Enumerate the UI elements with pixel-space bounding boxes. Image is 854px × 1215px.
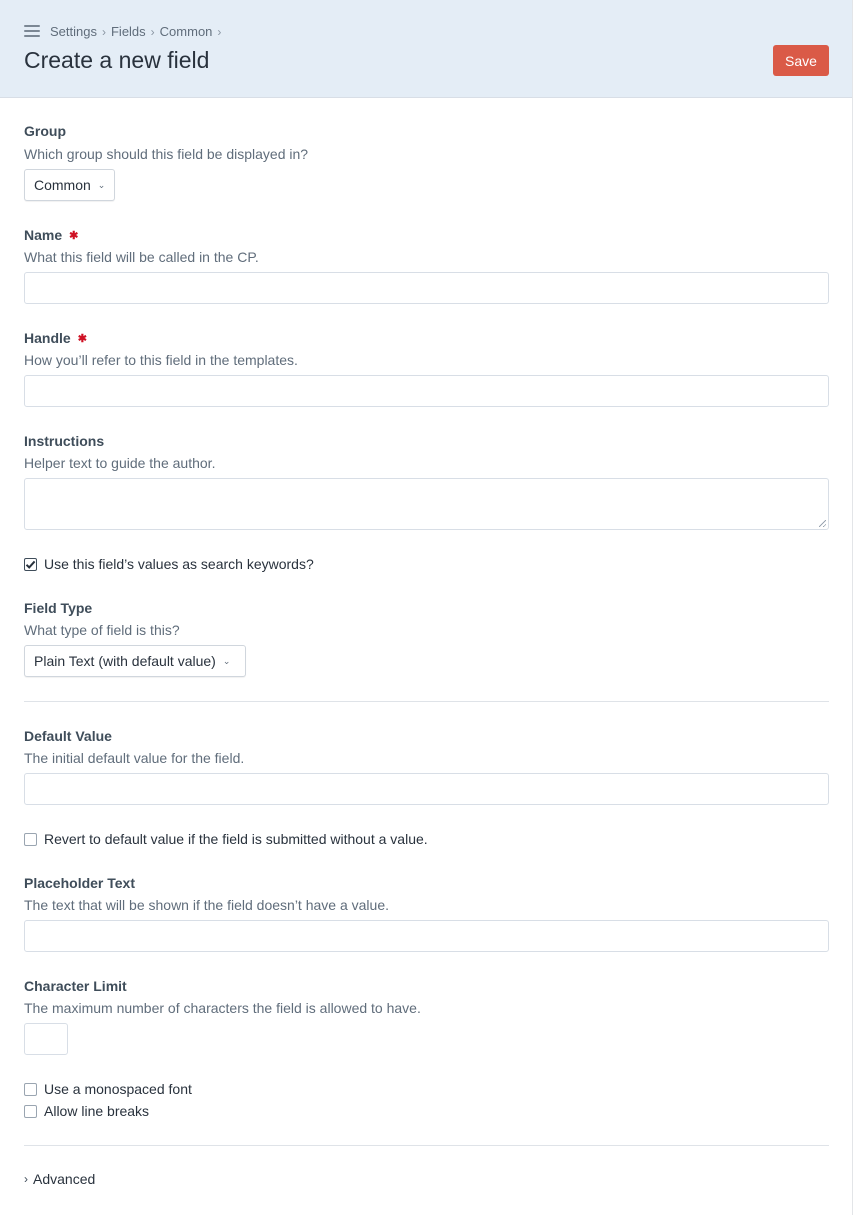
line-breaks-checkbox[interactable] xyxy=(24,1104,37,1118)
name-hint: What this field will be called in the CP… xyxy=(24,249,259,265)
search-keywords-checkbox-row[interactable]: Use this field’s values as search keywor… xyxy=(24,556,314,572)
group-hint: Which group should this field be display… xyxy=(24,146,309,162)
search-keywords-checkbox[interactable] xyxy=(24,557,37,571)
name-label-text: Name xyxy=(24,227,63,243)
monospace-checkbox[interactable] xyxy=(24,1082,37,1096)
instructions-hint: Helper text to guide the author. xyxy=(24,455,216,471)
char-limit-input[interactable] xyxy=(24,1023,68,1055)
instructions-textarea[interactable] xyxy=(24,478,829,530)
divider xyxy=(24,701,829,702)
placeholder-hint: The text that will be shown if the field… xyxy=(24,897,389,913)
line-breaks-checkbox-row[interactable]: Allow line breaks xyxy=(24,1103,149,1119)
field-type-select[interactable]: Plain Text (with default value) ⌄ xyxy=(24,645,246,677)
required-icon: ✱ xyxy=(77,333,87,345)
default-value-hint: The initial default value for the field. xyxy=(24,750,245,766)
chevron-right-icon: › xyxy=(217,24,222,39)
group-select[interactable]: Common ⌄ xyxy=(24,169,115,201)
page-header: Settings › Fields › Common › Create a ne… xyxy=(0,0,852,98)
revert-default-label: Revert to default value if the field is … xyxy=(44,831,428,847)
page-title: Create a new field xyxy=(24,47,210,73)
chevron-right-icon: › xyxy=(24,1172,28,1186)
chevron-down-icon: ⌄ xyxy=(222,655,231,666)
group-select-value: Common xyxy=(34,177,91,193)
revert-default-checkbox[interactable] xyxy=(24,832,37,846)
field-type-label: Field Type xyxy=(24,600,93,616)
hamburger-icon[interactable] xyxy=(24,25,40,38)
handle-input[interactable] xyxy=(24,375,829,407)
instructions-label: Instructions xyxy=(24,433,105,449)
search-keywords-label: Use this field’s values as search keywor… xyxy=(44,556,314,572)
line-breaks-label: Allow line breaks xyxy=(44,1103,150,1119)
char-limit-label: Character Limit xyxy=(24,978,127,994)
breadcrumb-settings[interactable]: Settings xyxy=(50,24,97,39)
chevron-right-icon: › xyxy=(101,24,106,39)
default-value-input[interactable] xyxy=(24,773,829,805)
advanced-toggle[interactable]: › Advanced xyxy=(24,1171,95,1187)
name-label: Name ✱ xyxy=(24,227,78,243)
divider xyxy=(24,1145,829,1146)
breadcrumb-fields[interactable]: Fields xyxy=(111,24,146,39)
handle-label: Handle ✱ xyxy=(24,330,87,346)
name-input[interactable] xyxy=(24,272,829,304)
breadcrumb-common[interactable]: Common xyxy=(160,24,213,39)
chevron-down-icon: ⌄ xyxy=(97,179,106,190)
advanced-label: Advanced xyxy=(33,1171,96,1187)
required-icon: ✱ xyxy=(69,230,79,242)
chevron-right-icon: › xyxy=(150,24,155,39)
monospace-label: Use a monospaced font xyxy=(44,1081,192,1097)
monospace-checkbox-row[interactable]: Use a monospaced font xyxy=(24,1081,192,1097)
handle-label-text: Handle xyxy=(24,330,71,346)
placeholder-label: Placeholder Text xyxy=(24,875,136,891)
resize-handle-icon[interactable] xyxy=(819,520,826,527)
revert-default-checkbox-row[interactable]: Revert to default value if the field is … xyxy=(24,831,428,847)
placeholder-input[interactable] xyxy=(24,920,829,952)
char-limit-hint: The maximum number of characters the fie… xyxy=(24,1000,421,1016)
page: Settings › Fields › Common › Create a ne… xyxy=(0,0,853,1215)
default-value-label: Default Value xyxy=(24,728,112,744)
group-label: Group xyxy=(24,123,66,139)
checkmark-icon xyxy=(25,560,36,569)
field-form: Group Which group should this field be d… xyxy=(24,98,829,1187)
field-type-hint: What type of field is this? xyxy=(24,622,180,638)
field-type-select-value: Plain Text (with default value) xyxy=(34,653,216,669)
handle-hint: How you’ll refer to this field in the te… xyxy=(24,352,298,368)
save-button[interactable]: Save xyxy=(773,45,829,76)
breadcrumb: Settings › Fields › Common › xyxy=(50,24,226,39)
